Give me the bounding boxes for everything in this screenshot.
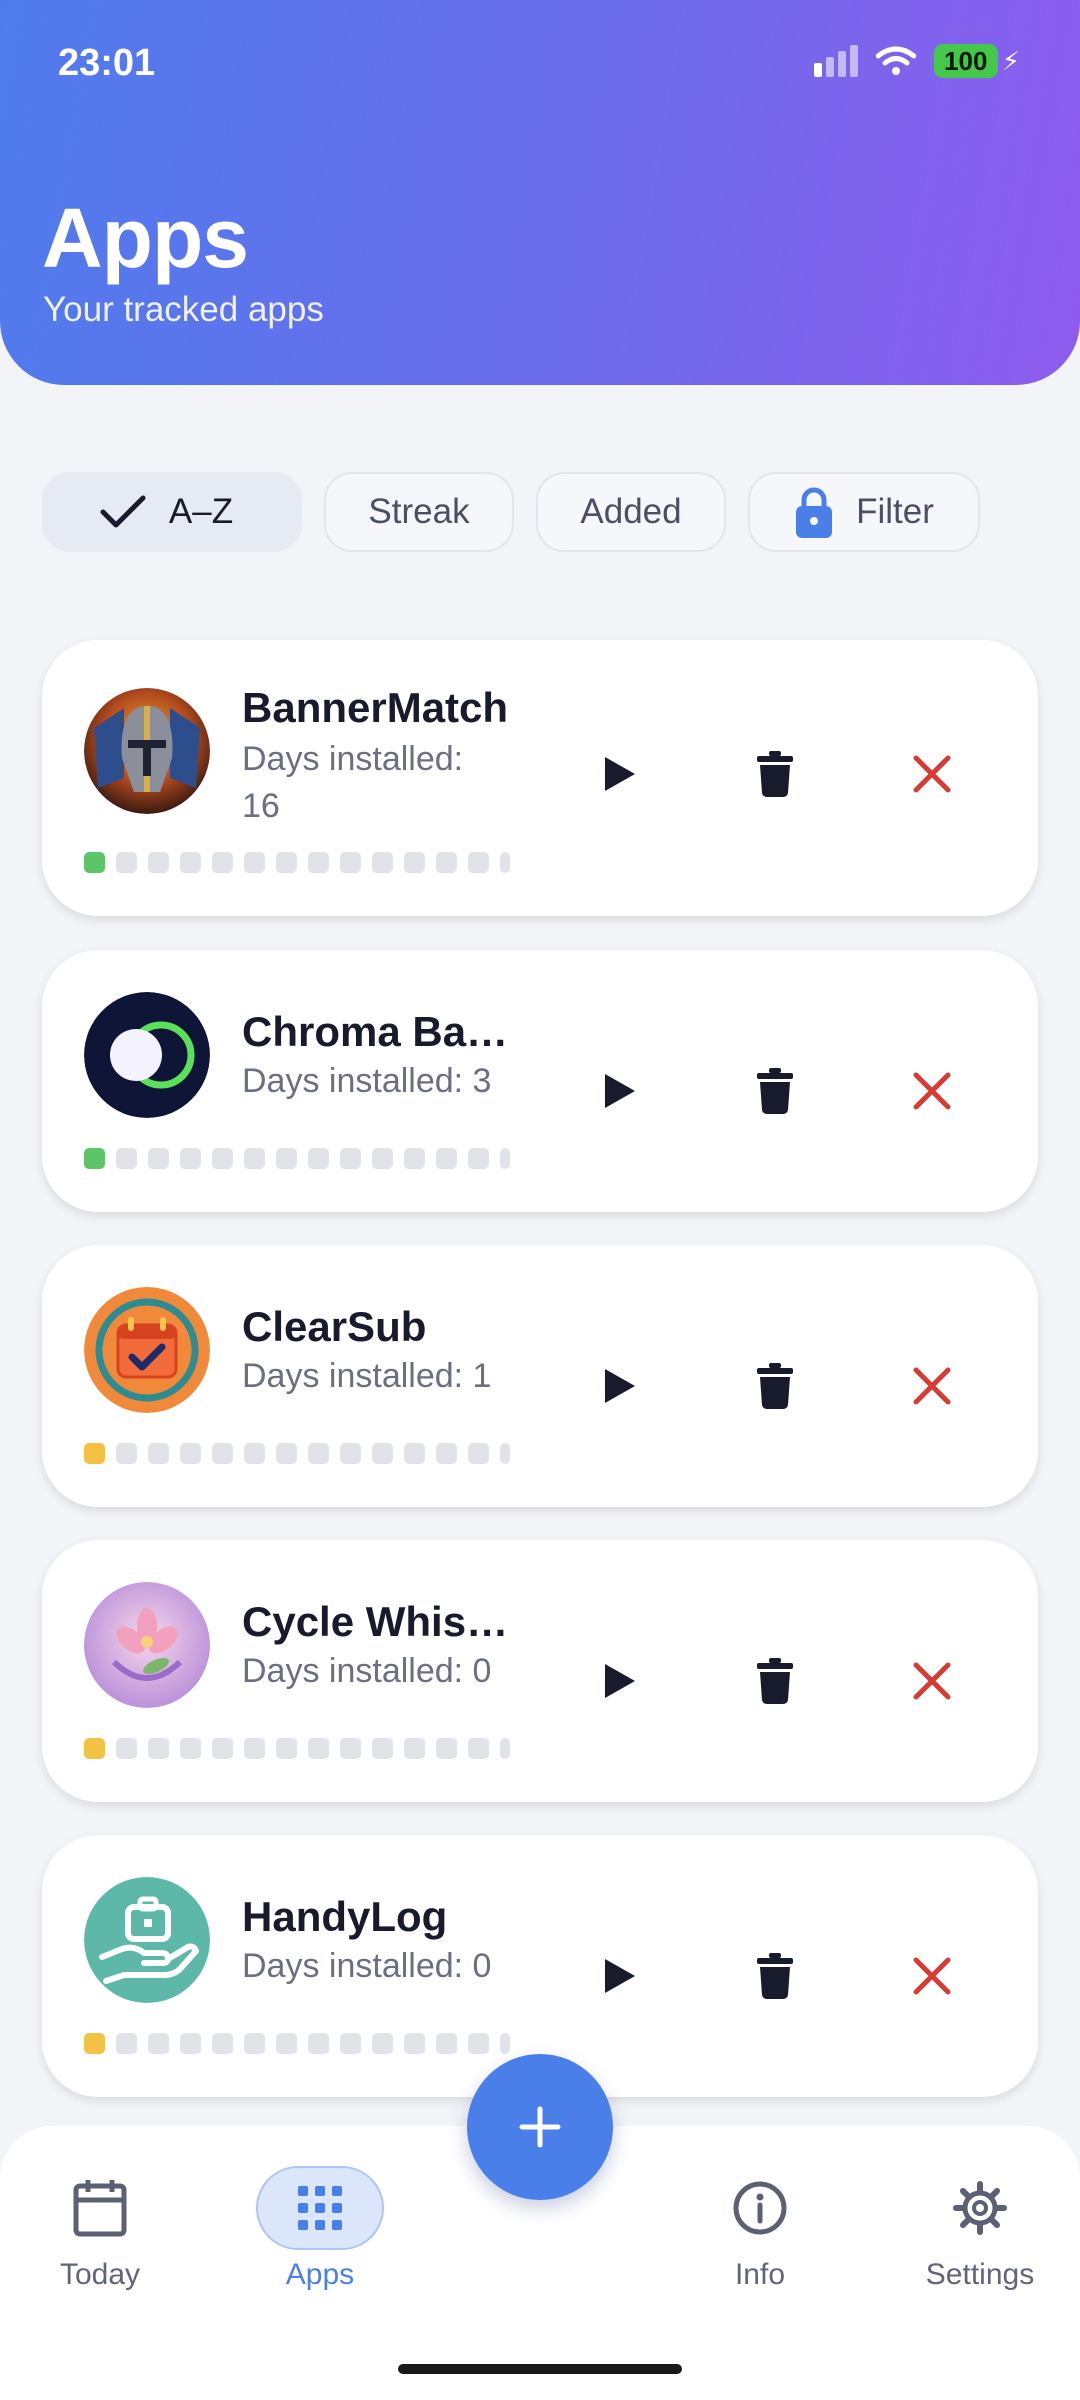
- close-icon: [913, 1367, 951, 1405]
- app-days-installed: Days installed: 3: [242, 1062, 492, 1100]
- delete-button[interactable]: [745, 1651, 805, 1711]
- play-button[interactable]: [590, 1061, 650, 1121]
- play-icon: [605, 1664, 635, 1698]
- nav-today[interactable]: Today: [0, 2166, 200, 2292]
- app-name: Cycle Whis…: [242, 1598, 509, 1645]
- gear-icon: [953, 2181, 1007, 2235]
- play-button[interactable]: [590, 744, 650, 804]
- check-icon: [99, 492, 147, 532]
- sort-added-chip[interactable]: Added: [536, 472, 726, 552]
- app-days-installed: Days installed: 1: [242, 1357, 492, 1395]
- close-icon: [913, 1662, 951, 1700]
- chip-label: Filter: [856, 492, 934, 531]
- app-name: HandyLog: [242, 1893, 448, 1940]
- streak-progress: [84, 852, 510, 873]
- app-name: ClearSub: [242, 1303, 427, 1350]
- app-card[interactable]: ClearSub Days installed: 1: [42, 1245, 1038, 1507]
- remove-button[interactable]: [902, 1651, 962, 1711]
- chip-label: Streak: [368, 492, 470, 531]
- delete-button[interactable]: [745, 1946, 805, 2006]
- nav-settings[interactable]: Settings: [880, 2166, 1080, 2292]
- play-icon: [605, 757, 635, 791]
- app-icon-clearsub: [84, 1287, 210, 1413]
- streak-progress: [84, 2033, 510, 2054]
- app-name: Chroma Ba…: [242, 1008, 509, 1055]
- wifi-icon: [875, 46, 916, 75]
- remove-button[interactable]: [902, 1356, 962, 1416]
- nav-label: Settings: [925, 2258, 1035, 2291]
- lock-icon: [794, 484, 834, 540]
- sort-streak-chip[interactable]: Streak: [324, 472, 514, 552]
- grid-icon: [298, 2186, 342, 2230]
- delete-button[interactable]: [745, 1356, 805, 1416]
- remove-button[interactable]: [902, 1946, 962, 2006]
- app-icon-chroma: [84, 992, 210, 1118]
- streak-progress: [84, 1148, 510, 1169]
- play-button[interactable]: [590, 1651, 650, 1711]
- app-days-installed: Days installed: 16: [242, 740, 464, 825]
- page-title: Apps: [42, 191, 249, 285]
- calendar-icon: [73, 2180, 127, 2237]
- delete-button[interactable]: [745, 744, 805, 804]
- nav-label: Info: [734, 2258, 786, 2291]
- app-card[interactable]: Chroma Ba… Days installed: 3: [42, 950, 1038, 1212]
- chip-label: A–Z: [168, 492, 234, 531]
- status-icons: 100 ⚡: [813, 44, 1020, 78]
- nav-apps[interactable]: Apps: [220, 2166, 420, 2292]
- play-icon: [605, 1369, 635, 1403]
- streak-progress: [84, 1443, 510, 1464]
- status-time: 23:01: [58, 42, 156, 84]
- remove-button[interactable]: [902, 744, 962, 804]
- app-card[interactable]: Cycle Whis… Days installed: 0: [42, 1540, 1038, 1802]
- battery-icon: 100: [933, 44, 998, 78]
- trash-icon: [757, 751, 793, 797]
- app-icon-cycle: [84, 1582, 210, 1708]
- nav-info[interactable]: Info: [660, 2166, 860, 2292]
- streak-progress: [84, 1738, 510, 1759]
- plus-icon: [519, 2106, 561, 2148]
- info-icon: [733, 2181, 787, 2235]
- charging-icon: ⚡: [1001, 45, 1020, 76]
- play-button[interactable]: [590, 1946, 650, 2006]
- app-days-installed: Days installed: 0: [242, 1947, 492, 1985]
- add-app-button[interactable]: [467, 2054, 613, 2200]
- close-icon: [913, 1072, 951, 1110]
- app-card[interactable]: BannerMatch Days installed: 16: [42, 640, 1038, 916]
- nav-label: Today: [59, 2258, 141, 2291]
- play-icon: [605, 1074, 635, 1108]
- app-icon-bannermatch: [84, 688, 210, 814]
- trash-icon: [757, 1658, 793, 1704]
- home-indicator: [398, 2364, 682, 2374]
- play-icon: [605, 1959, 635, 1993]
- chip-label: Added: [580, 492, 682, 531]
- app-days-installed: Days installed: 0: [242, 1652, 492, 1690]
- close-icon: [913, 1957, 951, 1995]
- delete-button[interactable]: [745, 1061, 805, 1121]
- sort-az-chip[interactable]: A–Z: [42, 472, 302, 552]
- trash-icon: [757, 1363, 793, 1409]
- remove-button[interactable]: [902, 1061, 962, 1121]
- filter-chip[interactable]: Filter: [748, 472, 980, 552]
- play-button[interactable]: [590, 1356, 650, 1416]
- sort-chips: A–Z Streak Added Filter: [42, 472, 980, 552]
- trash-icon: [757, 1068, 793, 1114]
- app-name: BannerMatch: [242, 684, 509, 731]
- app-icon-handylog: [84, 1877, 210, 2003]
- signal-icon: [813, 45, 858, 77]
- nav-label: Apps: [285, 2258, 355, 2291]
- close-icon: [913, 755, 951, 793]
- page-subtitle: Your tracked apps: [43, 290, 324, 329]
- header: 23:01 100 ⚡ Apps Your tracked apps: [0, 0, 1080, 385]
- trash-icon: [757, 1953, 793, 1999]
